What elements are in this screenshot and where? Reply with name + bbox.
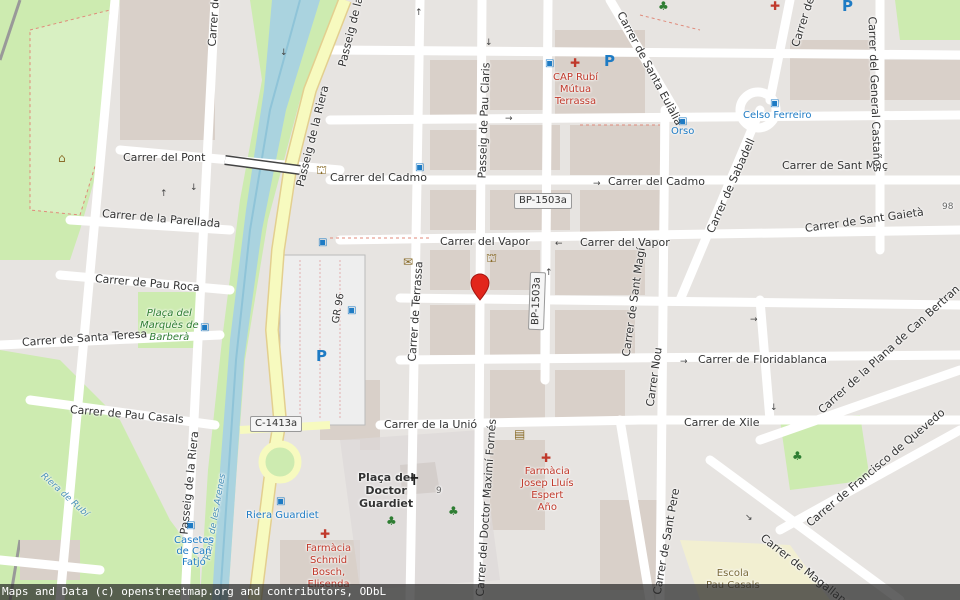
place-label: Plaça del Marquès de Barberà	[140, 308, 199, 343]
bus-stop-icon[interactable]: ▣	[200, 322, 209, 334]
hospital-icon[interactable]: ✚	[770, 0, 780, 12]
bus-stop-icon[interactable]: ▣	[276, 496, 285, 508]
svg-text:↓: ↓	[280, 48, 288, 58]
road-shield: C-1413a	[250, 416, 303, 432]
bus-stop-label[interactable]: Celso Ferreiro	[743, 110, 812, 121]
street-label: Carrer del Pont	[123, 151, 206, 164]
park-icon: ♣	[448, 504, 459, 518]
svg-text:↓: ↓	[190, 183, 198, 193]
bus-stop-icon[interactable]: ▣	[186, 520, 195, 532]
bus-stop-icon[interactable]: ▣	[347, 305, 356, 317]
svg-text:↑: ↑	[160, 189, 168, 199]
map-attribution: Maps and Data (c) openstreetmap.org and …	[0, 584, 960, 600]
pharmacy-icon[interactable]: ✚	[320, 528, 330, 540]
parking-icon[interactable]: P	[604, 54, 615, 69]
parking-icon[interactable]: P	[316, 349, 327, 364]
bus-stop-icon[interactable]: ▣	[415, 162, 424, 174]
road-shield: BP-1503a	[528, 271, 547, 331]
clinic-icon[interactable]: ✚	[570, 57, 580, 69]
map-view[interactable]: ↓ ↑ → → ← ↑ ↓ ↑ → → ↓ ↘ ↓ Carrer del Pon…	[0, 0, 960, 600]
poi-label[interactable]: CAP Rubí Mútua Terrassa	[553, 72, 598, 108]
park-icon: ♣	[792, 449, 803, 463]
street-label: Carrer de Floridablanca	[698, 353, 828, 366]
roundabout-riera	[258, 440, 302, 484]
svg-text:↘: ↘	[745, 513, 753, 523]
bus-stop-label[interactable]: Casetes de Can Fatjó	[174, 535, 214, 568]
svg-text:→: →	[505, 114, 513, 124]
parking-icon[interactable]: P	[842, 0, 853, 14]
bus-stop-icon[interactable]: ▣	[318, 237, 327, 249]
house-number: 9	[436, 486, 442, 496]
street-label: Carrer del Cadmo	[330, 171, 427, 184]
svg-text:↑: ↑	[415, 8, 423, 18]
bus-stop-label[interactable]: Riera Guardiet	[246, 510, 319, 521]
post-office-icon[interactable]: ✉	[403, 256, 413, 268]
bus-stop-label[interactable]: Orso	[671, 126, 694, 137]
bus-stop-icon[interactable]: ▣	[770, 98, 779, 110]
landmark-icon[interactable]: ⛫	[486, 252, 497, 264]
svg-text:←: ←	[555, 239, 563, 249]
street-label: Carrer del Vapor	[440, 235, 530, 248]
house-number: 98	[942, 202, 954, 212]
park-icon: ♣	[386, 514, 397, 528]
museum-icon[interactable]: ⛫	[316, 164, 327, 176]
historic-building-icon[interactable]: ⌂	[58, 152, 66, 164]
poi-label[interactable]: Farmàcia Josep Lluís Espert Año	[521, 466, 574, 514]
svg-text:→: →	[593, 179, 601, 189]
svg-text:↓: ↓	[485, 38, 493, 48]
svg-text:→: →	[750, 315, 758, 325]
street-label: Carrer del Cadmo	[608, 175, 705, 188]
bank-icon[interactable]: ▤	[514, 428, 525, 440]
street-label: Carrer de la Unió	[384, 418, 478, 431]
pharmacy-icon[interactable]: ✚	[541, 452, 551, 464]
road-shield: BP-1503a	[514, 193, 572, 209]
park-icon: ♣	[658, 0, 669, 13]
svg-text:→: →	[680, 357, 688, 367]
place-label: Plaça del Doctor Guardiet	[358, 471, 415, 510]
church-icon[interactable]: ✝	[408, 473, 421, 488]
street-label: Carrer del Vapor	[580, 236, 670, 249]
street-label: Carrer de Xile	[684, 416, 760, 429]
bus-stop-icon[interactable]: ▣	[545, 58, 554, 70]
svg-text:↓: ↓	[770, 403, 778, 413]
svg-text:↑: ↑	[545, 268, 553, 278]
